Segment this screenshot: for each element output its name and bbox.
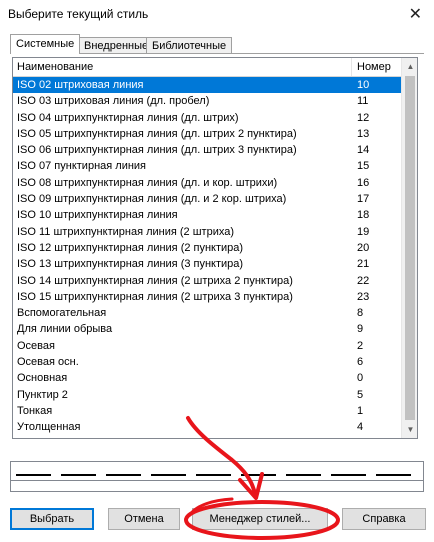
list-item[interactable]: Осевая осн. 6 <box>13 354 401 370</box>
line-style-preview <box>10 461 424 492</box>
list-item-name: ISO 09 штрихпунктирная линия (дл. и 2 ко… <box>17 193 287 206</box>
list-item[interactable]: Для линии обрыва 9 <box>13 321 401 337</box>
list-item-name: ISO 05 штрихпунктирная линия (дл. штрих … <box>17 127 297 140</box>
list-item[interactable]: Пунктир 2 5 <box>13 387 401 403</box>
scroll-down-icon[interactable]: ▼ <box>402 421 417 438</box>
list-item[interactable]: ISO 14 штрихпунктирная линия (2 штриха 2… <box>13 273 401 289</box>
list-item-number: 12 <box>357 111 370 124</box>
window-title: Выберите текущий стиль <box>8 7 149 21</box>
select-button[interactable]: Выбрать <box>10 508 94 530</box>
list-item-number: 1 <box>357 404 364 417</box>
scroll-thumb[interactable] <box>405 76 415 420</box>
list-item-number: 23 <box>357 290 370 303</box>
list-item-name: ISO 13 штрихпунктирная линия (3 пунктира… <box>17 258 244 271</box>
list-item-name: ISO 03 штриховая линия (дл. пробел) <box>17 95 210 108</box>
select-button-label: Выбрать <box>29 513 75 525</box>
list-item[interactable]: ISO 15 штрихпунктирная линия (2 штриха 3… <box>13 289 401 305</box>
list-item[interactable]: ISO 05 штрихпунктирная линия (дл. штрих … <box>13 126 401 142</box>
list-item[interactable]: ISO 07 пунктирная линия 15 <box>13 158 401 174</box>
list-item-name: ISO 12 штрихпунктирная линия (2 пунктира… <box>17 241 244 254</box>
list-item-name: Утолщенная <box>17 421 81 434</box>
styles-list[interactable]: Наименование Номер ISO 02 штриховая лини… <box>12 57 418 439</box>
list-item-number: 0 <box>357 372 364 385</box>
list-item-number: 3 <box>357 436 363 439</box>
list-item[interactable]: Тонкая 1 <box>13 403 401 419</box>
list-item[interactable]: Утолщенная 4 <box>13 419 401 435</box>
scroll-up-icon[interactable]: ▲ <box>402 58 417 75</box>
list-item-number: 21 <box>357 258 370 271</box>
list-item-name: Вспомогательная <box>17 307 107 320</box>
cancel-button[interactable]: Отмена <box>108 508 180 530</box>
list-item[interactable]: ISO 09 штрихпунктирная линия (дл. и 2 ко… <box>13 191 401 207</box>
list-item[interactable]: ISO 13 штрихпунктирная линия (3 пунктира… <box>13 256 401 272</box>
list-header: Наименование Номер <box>13 58 401 77</box>
list-item-number: 22 <box>357 274 370 287</box>
column-header-name[interactable]: Наименование <box>13 58 352 76</box>
preview-divider <box>11 480 423 481</box>
style-manager-button-label: Менеджер стилей... <box>209 513 311 525</box>
tab-system[interactable]: Системные <box>10 34 81 54</box>
list-item-number: 10 <box>357 79 370 91</box>
list-item[interactable]: Осевая 2 <box>13 338 401 354</box>
list-item-number: 16 <box>357 176 370 189</box>
list-item-name: ISO 10 штрихпунктирная линия <box>17 209 178 222</box>
list-item-number: 11 <box>357 95 369 108</box>
list-item-number: 5 <box>357 388 364 401</box>
list-item-name: Осевая <box>17 339 55 352</box>
list-item-number: 9 <box>357 323 364 336</box>
list-item[interactable]: ISO 06 штрихпунктирная линия (дл. штрих … <box>13 142 401 158</box>
title-bar: Выберите текущий стиль ✕ <box>0 0 434 28</box>
list-item[interactable]: ISO 04 штрихпунктирная линия (дл. штрих)… <box>13 110 401 126</box>
list-item-number: 18 <box>357 209 370 222</box>
list-item-name: Штриховая <box>17 436 74 439</box>
list-item[interactable]: ISO 11 штрихпунктирная линия (2 штриха) 1… <box>13 224 401 240</box>
list-item-number: 4 <box>357 421 364 434</box>
list-item-name: Пунктир 2 <box>17 388 68 401</box>
tab-embedded[interactable]: Внедренные <box>78 37 155 53</box>
style-manager-button[interactable]: Менеджер стилей... <box>192 508 328 530</box>
list-item-name: ISO 08 штрихпунктирная линия (дл. и кор.… <box>17 176 278 189</box>
list-item-name: ISO 11 штрихпунктирная линия (2 штриха) <box>17 225 234 238</box>
list-item-number: 15 <box>357 160 370 173</box>
dashed-line-sample <box>16 474 416 476</box>
list-item-number: 13 <box>357 127 370 140</box>
tab-library[interactable]: Библиотечные <box>146 37 233 53</box>
help-button[interactable]: Справка <box>342 508 426 530</box>
column-header-number[interactable]: Номер <box>353 58 401 76</box>
list-item-number: 14 <box>357 144 370 157</box>
vertical-scrollbar[interactable]: ▲ ▼ <box>401 58 417 438</box>
list-item-number: 8 <box>357 307 364 320</box>
list-item[interactable]: ISO 03 штриховая линия (дл. пробел) 11 <box>13 93 401 109</box>
list-item-name: Осевая осн. <box>17 356 79 369</box>
list-item[interactable]: ISO 12 штрихпунктирная линия (2 пунктира… <box>13 240 401 256</box>
list-item[interactable]: ISO 02 штриховая линия 10 <box>13 77 401 94</box>
help-button-label: Справка <box>362 513 406 525</box>
list-item-number: 2 <box>357 339 364 352</box>
list-item-number: 6 <box>357 356 364 369</box>
list-item-name: Тонкая <box>17 404 53 417</box>
close-icon[interactable]: ✕ <box>409 4 422 24</box>
list-item-name: ISO 02 штриховая линия <box>17 79 144 91</box>
cancel-button-label: Отмена <box>124 513 164 525</box>
list-rows: ISO 02 штриховая линия 10 ISO 03 штриховая… <box>13 77 401 439</box>
list-item-name: ISO 14 штрихпунктирная линия (2 штриха 2… <box>17 274 293 287</box>
list-item-number: 19 <box>357 225 370 238</box>
list-item[interactable]: Вспомогательная 8 <box>13 305 401 321</box>
list-item[interactable]: Штриховая 3 <box>13 436 401 439</box>
list-item[interactable]: ISO 08 штрихпунктирная линия (дл. и кор.… <box>13 175 401 191</box>
list-item-name: ISO 15 штрихпунктирная линия (2 штриха 3… <box>17 290 293 303</box>
list-item-name: Для линии обрыва <box>17 323 113 336</box>
list-item-number: 17 <box>357 193 370 206</box>
list-item-name: ISO 06 штрихпунктирная линия (дл. штрих … <box>17 144 297 157</box>
list-item[interactable]: ISO 10 штрихпунктирная линия 18 <box>13 207 401 223</box>
list-item-number: 20 <box>357 241 370 254</box>
list-item-name: Основная <box>17 372 68 385</box>
list-item-name: ISO 07 пунктирная линия <box>17 160 147 173</box>
list-item[interactable]: Основная 0 <box>13 370 401 386</box>
list-item-name: ISO 04 штрихпунктирная линия (дл. штрих) <box>17 111 239 124</box>
